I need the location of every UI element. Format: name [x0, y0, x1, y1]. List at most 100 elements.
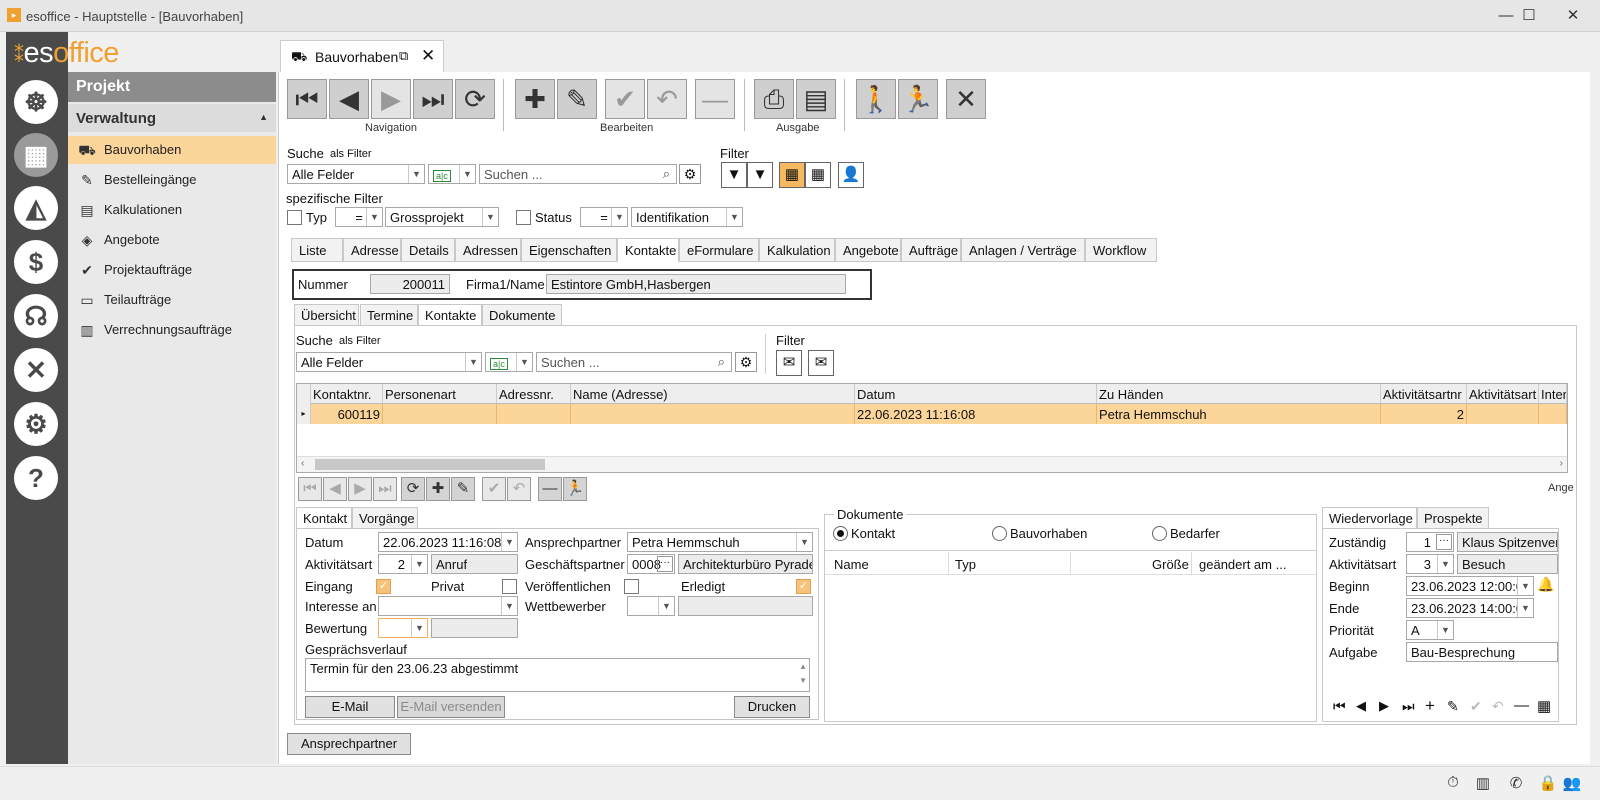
menu-item-kalkulationen[interactable]: ▤ Kalkulationen [68, 196, 276, 224]
print-icon[interactable]: ⎙ [754, 79, 794, 119]
help-icon[interactable]: ? [14, 456, 58, 500]
menu-item-verrechnungsauftraege[interactable]: ▥ Verrechnungsaufträge [68, 316, 276, 344]
first-icon[interactable]: ⏮ [1333, 698, 1346, 715]
refresh-icon[interactable]: ⟳ [401, 477, 425, 501]
settings-icon[interactable]: ⚙ [14, 402, 58, 446]
menu-item-teilauftraege[interactable]: ▭ Teilaufträge [68, 286, 276, 314]
tools-icon[interactable]: ✕ [14, 348, 58, 392]
export-icon[interactable]: ▤ [796, 79, 836, 119]
edit-icon[interactable]: ✎ [451, 477, 475, 501]
delete-button[interactable]: — [695, 79, 735, 119]
table-cell[interactable] [1539, 404, 1567, 424]
phone-icon[interactable]: ✆ [1506, 774, 1526, 794]
add-icon[interactable]: + [1425, 696, 1435, 716]
table-cell[interactable]: 2 [1381, 404, 1467, 424]
previous-icon[interactable]: ◀ [1356, 698, 1366, 714]
followup-aktivitaetsart-select[interactable]: 3 ▼ [1406, 554, 1454, 574]
lock-icon[interactable]: 🔒 [1538, 774, 1558, 794]
last-record-button[interactable]: ⏭ [413, 79, 453, 119]
table-cell[interactable] [497, 404, 571, 424]
run-icon[interactable]: 🏃 [898, 79, 938, 119]
erledigt-checkbox[interactable]: ✓ [796, 579, 811, 594]
status-operator-select[interactable]: = ▼ [580, 207, 628, 227]
bewertung-select[interactable]: ▼ [378, 618, 428, 638]
column-header[interactable]: Zu Händen [1097, 384, 1381, 404]
beginn-field[interactable]: 23.06.2023 12:00:0 ▼ [1406, 576, 1534, 596]
ansprechpartner-button[interactable]: Ansprechpartner [287, 733, 411, 755]
projects-icon[interactable]: ▦ [14, 133, 58, 177]
calendar-icon[interactable]: ▦ [1537, 697, 1551, 715]
datum-field[interactable]: 22.06.2023 11:16:08 ▼ [378, 532, 518, 552]
previous-record-button[interactable]: ◀ [329, 79, 369, 119]
add-icon[interactable]: ✚ [426, 477, 450, 501]
tab-liste[interactable]: Liste [291, 238, 343, 262]
aktivitaetsart-select[interactable]: 2 ▼ [378, 554, 428, 574]
search-input[interactable]: Suchen ... ⌕ [479, 164, 677, 184]
undo-icon[interactable]: ↶ [1492, 698, 1504, 715]
scroll-left-icon[interactable]: ‹ [301, 458, 304, 469]
search-icon[interactable]: ⌕ [663, 166, 670, 182]
scroll-right-icon[interactable]: › [1560, 458, 1563, 469]
aufgabe-field[interactable]: Bau-Besprechung [1406, 642, 1558, 662]
save-button[interactable]: ✔ [605, 79, 645, 119]
doc-column-groesse[interactable]: Größe [1152, 557, 1189, 572]
verlauf-textarea[interactable]: Termin für den 23.06.23 abgestimmt ▲ ▼ [305, 658, 810, 692]
save-icon[interactable]: ✔ [482, 477, 506, 501]
menu-item-bauvorhaben[interactable]: ⛟ Bauvorhaben [68, 136, 276, 164]
scroll-arrows-icon[interactable]: ▲ ▼ [799, 660, 807, 688]
doc-column-geaendert[interactable]: geändert am ... [1199, 557, 1286, 572]
tab-kontakt[interactable]: Kontakt [296, 507, 352, 529]
delete-icon[interactable]: — [1514, 697, 1529, 714]
radio-kontakt[interactable] [833, 526, 848, 541]
column-header[interactable]: Personenart [383, 384, 497, 404]
veroeffentlichen-checkbox[interactable] [624, 579, 639, 594]
doc-column-name[interactable]: Name [834, 557, 869, 572]
table-cell[interactable] [571, 404, 855, 424]
run-icon[interactable]: 🏃 [563, 477, 587, 501]
table-cell[interactable]: 600119 [311, 404, 383, 424]
gear-icon[interactable]: ⚙ [735, 352, 757, 372]
filter-icon[interactable]: ▼ [721, 162, 747, 188]
document-tab[interactable]: ⛟ Bauvorhaben ⧉ ✕ [280, 40, 444, 72]
table-cell[interactable]: Petra Hemmschuh [1097, 404, 1381, 424]
helm-icon[interactable]: ☸ [14, 80, 58, 124]
menu-item-bestelleingaenge[interactable]: ✎ Bestelleingänge [68, 166, 276, 194]
column-header[interactable]: Adressnr. [497, 384, 571, 404]
subtab-dokumente[interactable]: Dokumente [482, 304, 562, 326]
print-button[interactable]: Drucken [734, 696, 810, 718]
mail-filter-alt-icon[interactable]: ✉ [808, 350, 834, 376]
status-checkbox[interactable] [516, 210, 531, 225]
subtab-uebersicht[interactable]: Übersicht [294, 304, 359, 326]
last-icon[interactable]: ⏭ [1402, 698, 1415, 715]
typ-operator-select[interactable]: = ▼ [335, 207, 383, 227]
geschaeftspartner-number[interactable]: 0008 ··· [627, 554, 675, 574]
tab-kontakte[interactable]: Kontakte [617, 238, 679, 262]
add-button[interactable]: ✚ [515, 79, 555, 119]
scrollbar-thumb[interactable] [315, 459, 545, 470]
refresh-button[interactable]: ⟳ [455, 79, 495, 119]
email-send-button[interactable]: E-Mail versenden [397, 696, 505, 718]
tab-adresse[interactable]: Adresse [343, 238, 401, 262]
column-header[interactable]: Datum [855, 384, 1097, 404]
tab-wiedervorlage[interactable]: Wiedervorlage [1322, 507, 1417, 529]
edit-icon[interactable]: ✎ [1447, 698, 1459, 715]
finance-icon[interactable]: $ [14, 240, 58, 284]
bell-icon[interactable]: 🔔 [1537, 576, 1554, 593]
table-cell[interactable] [1467, 404, 1539, 424]
save-icon[interactable]: ✔ [1470, 698, 1482, 715]
menu-item-angebote[interactable]: ◈ Angebote [68, 226, 276, 254]
zustaendig-number[interactable]: 1 ··· [1406, 532, 1454, 552]
column-header[interactable]: Aktivitätsart [1467, 384, 1539, 404]
table-cell[interactable] [383, 404, 497, 424]
last-icon[interactable]: ⏭ [373, 477, 397, 501]
menu-section[interactable]: Verwaltung ▲ [68, 104, 276, 132]
building-icon[interactable]: ▥ [1473, 774, 1493, 794]
tab-prospekte[interactable]: Prospekte [1417, 507, 1489, 529]
column-header[interactable]: Aktivitätsartnr [1381, 384, 1467, 404]
next-icon[interactable]: ▶ [348, 477, 372, 501]
close-record-button[interactable]: ✕ [946, 79, 986, 119]
prioritaet-select[interactable]: A ▼ [1406, 620, 1454, 640]
filter-group-icon[interactable]: ▦ [779, 162, 805, 188]
previous-icon[interactable]: ◀ [323, 477, 347, 501]
first-record-button[interactable]: ⏮ [287, 79, 327, 119]
